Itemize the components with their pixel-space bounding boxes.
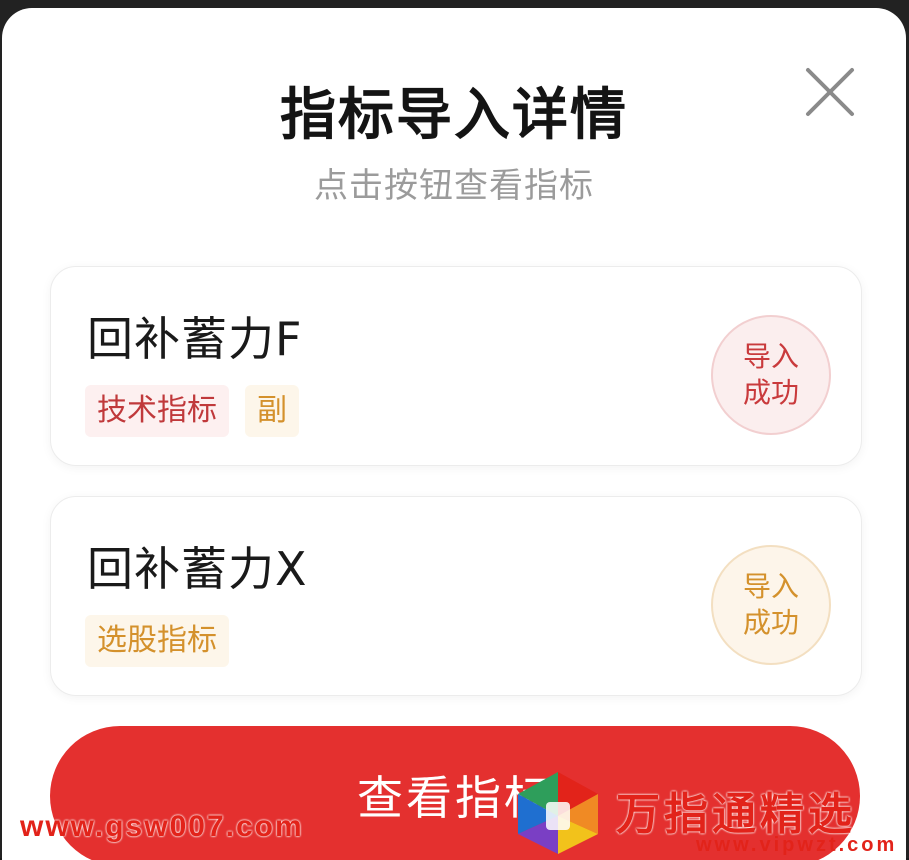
- dialog-subtitle: 点击按钮查看指标: [314, 166, 594, 206]
- dialog-title: 指标导入详情: [280, 83, 628, 148]
- import-detail-dialog: 指标导入详情 点击按钮查看指标 回补蓄力F 技术指标 副 导入 成功 回补蓄力X…: [2, 8, 906, 860]
- logo-icon: [518, 772, 598, 854]
- indicator-tags: 技术指标 副: [85, 385, 299, 437]
- indicator-card: 回补蓄力X 选股指标 导入 成功: [50, 496, 862, 696]
- close-icon: [806, 68, 854, 116]
- watermark-left-url: www.gsw007.com: [20, 810, 304, 843]
- import-status-badge: 导入 成功: [711, 315, 831, 435]
- indicator-name: 回补蓄力X: [87, 542, 308, 596]
- tag-type: 技术指标: [85, 385, 229, 437]
- import-status-badge: 导入 成功: [711, 545, 831, 665]
- tag-sub: 副: [245, 385, 299, 437]
- watermark-right-url: www.vipwzt.com: [696, 834, 898, 856]
- tag-type: 选股指标: [85, 615, 229, 667]
- indicator-name: 回补蓄力F: [87, 312, 303, 366]
- screen: 指标导入详情 点击按钮查看指标 回补蓄力F 技术指标 副 导入 成功 回补蓄力X…: [0, 0, 909, 860]
- indicator-tags: 选股指标: [85, 615, 229, 667]
- watermark-right-title: 万指通精选: [616, 789, 856, 840]
- close-button[interactable]: [802, 64, 858, 120]
- indicator-card: 回补蓄力F 技术指标 副 导入 成功: [50, 266, 862, 466]
- watermark-right: 万指通精选 www.vipwzt.com: [510, 760, 900, 856]
